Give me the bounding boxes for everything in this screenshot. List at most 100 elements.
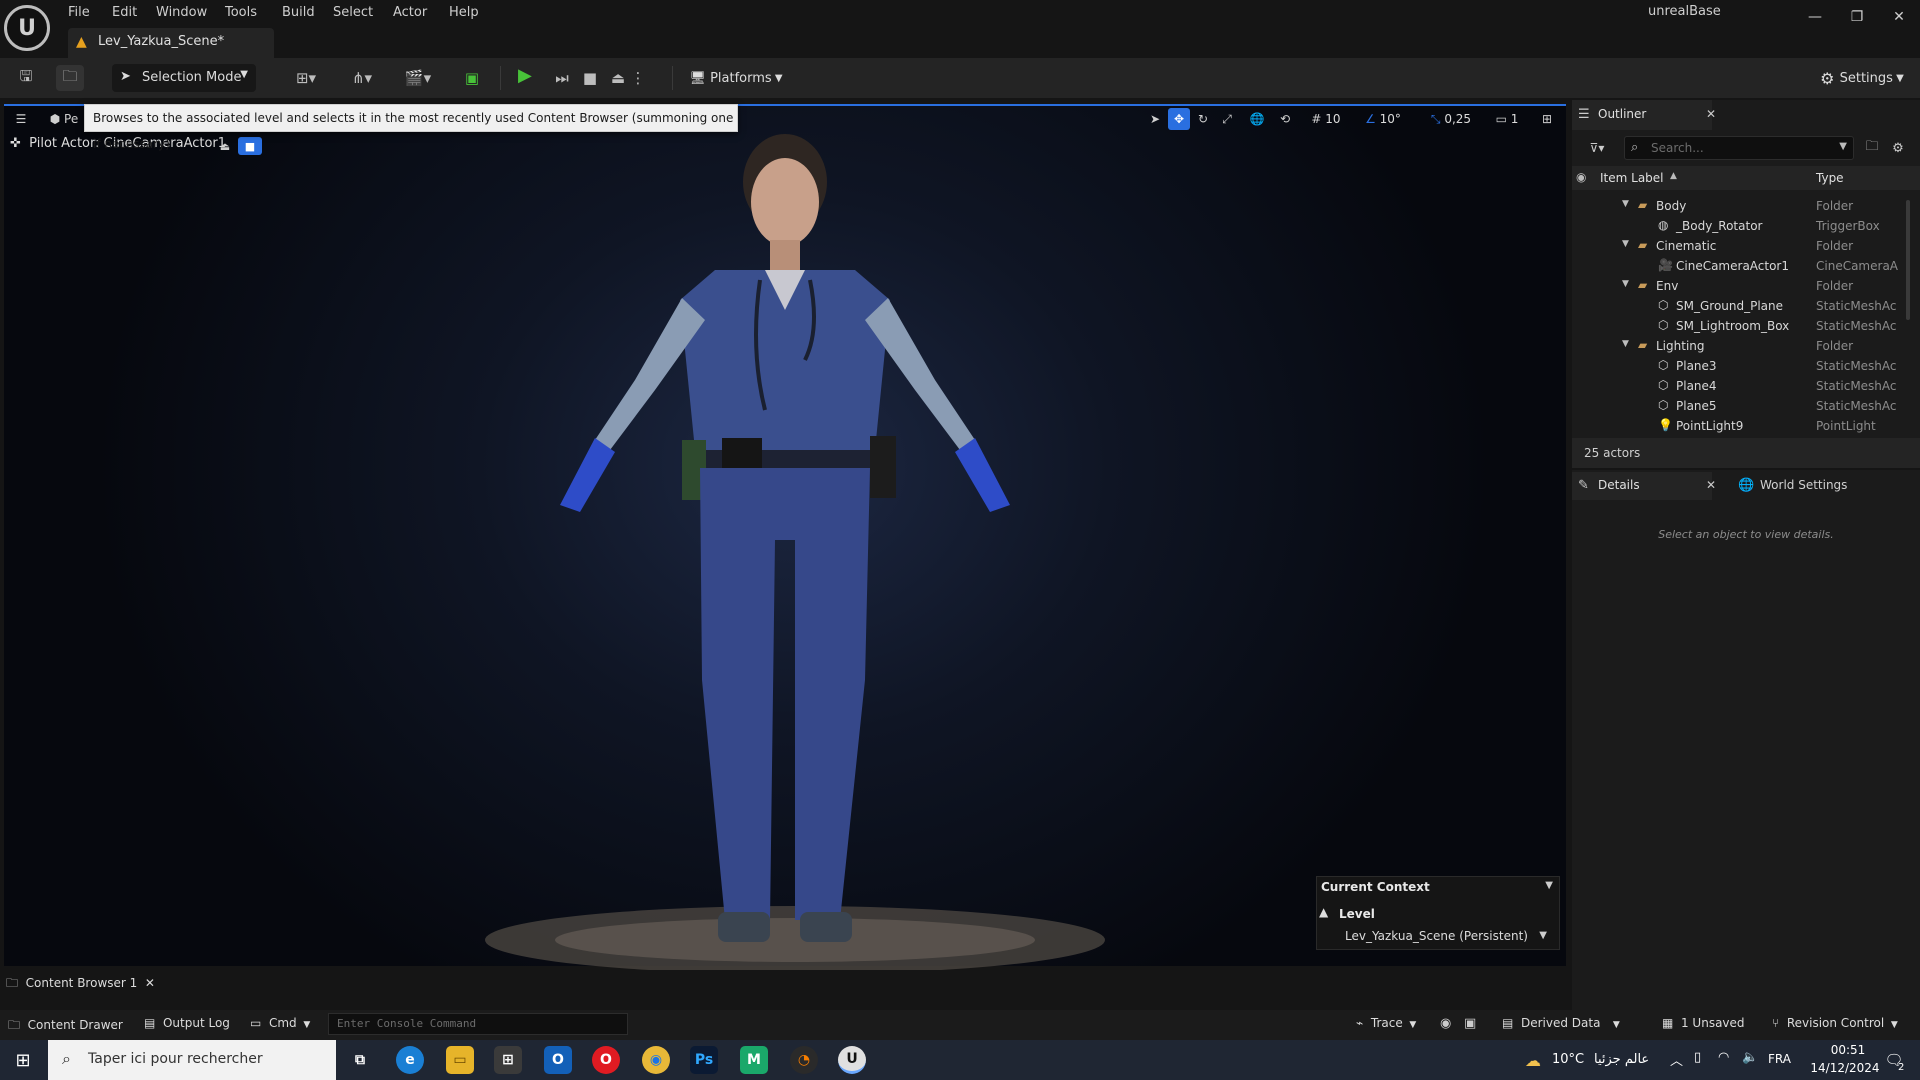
menu-tools[interactable]: Tools: [225, 2, 257, 24]
blender-icon[interactable]: ◔: [790, 1046, 818, 1074]
outliner-scrollbar[interactable]: [1906, 200, 1910, 320]
close-icon[interactable]: ✕: [1884, 4, 1914, 30]
store-icon[interactable]: ⊞: [494, 1046, 522, 1074]
chevron-up-icon[interactable]: ︿: [1670, 1050, 1683, 1069]
expand-arrow-icon[interactable]: ▼: [1622, 199, 1629, 209]
outliner-actor-row[interactable]: 💡 PointLight9 PointLight: [1572, 416, 1906, 436]
eject-icon[interactable]: ⏏: [604, 65, 632, 91]
file-explorer-icon[interactable]: ▭: [446, 1046, 474, 1074]
outliner-actor-row[interactable]: ⬡ Plane4 StaticMeshAc: [1572, 376, 1906, 396]
close-details-icon[interactable]: ✕: [1706, 478, 1716, 492]
restore-icon[interactable]: ❐: [1842, 4, 1872, 30]
camera-speed-button[interactable]: ▭ 1: [1490, 108, 1524, 130]
filter-icon[interactable]: ⊽▾: [1580, 138, 1614, 158]
scale-snap-button[interactable]: ⤡ 0,25: [1422, 108, 1480, 130]
browse-level-icon[interactable]: 🗀: [56, 65, 84, 91]
outliner-folder-row[interactable]: ▼ ▰ Cinematic Folder: [1572, 236, 1906, 256]
level-tab[interactable]: ▲ Lev_Yazkua_Scene*: [68, 28, 274, 58]
step-icon[interactable]: ⏭: [548, 65, 576, 91]
cmd-dropdown[interactable]: ▭ Cmd ▼: [250, 1016, 310, 1030]
eye-icon[interactable]: ◉: [1576, 170, 1586, 184]
outliner-actor-row[interactable]: ⬡ Plane5 StaticMeshAc: [1572, 396, 1906, 416]
chevron-down-icon[interactable]: ▼: [1545, 880, 1553, 891]
menu-edit[interactable]: Edit: [112, 2, 137, 24]
windows-start-icon[interactable]: ⊞: [10, 1048, 36, 1072]
close-outliner-icon[interactable]: ✕: [1706, 107, 1716, 121]
world-local-icon[interactable]: 🌐: [1246, 108, 1268, 130]
outliner-actor-row[interactable]: ⬡ Plane3 StaticMeshAc: [1572, 356, 1906, 376]
derived-data-dropdown[interactable]: ▤ Derived Data ▼: [1502, 1016, 1620, 1030]
viewport-menu-icon[interactable]: ☰: [10, 108, 32, 130]
content-drawer-button[interactable]: 🗀 Content Drawer: [8, 1016, 123, 1037]
outliner-tab[interactable]: ☰ Outliner ✕: [1572, 100, 1716, 130]
world-settings-tab[interactable]: 🌐 World Settings: [1736, 472, 1876, 500]
selection-mode-dropdown[interactable]: ➤ Selection Mode ▼: [112, 64, 256, 92]
revision-control-dropdown[interactable]: ⑂ Revision Control ▼: [1772, 1016, 1898, 1030]
add-actor-icon[interactable]: ⊞▾: [286, 65, 326, 91]
expand-arrow-icon[interactable]: ▼: [1622, 239, 1629, 249]
blueprint-icon[interactable]: ⋔▾: [342, 65, 382, 91]
gear-icon[interactable]: ⚙: [1888, 138, 1908, 158]
taskbar-search-input[interactable]: ⌕ Taper ici pour rechercher: [48, 1040, 336, 1080]
menu-file[interactable]: File: [68, 2, 90, 24]
minimize-icon[interactable]: —: [1800, 4, 1830, 30]
weather-temp[interactable]: 10°C: [1552, 1052, 1584, 1067]
surface-snap-icon[interactable]: ⟲: [1274, 108, 1296, 130]
more-options-icon[interactable]: ⋮: [630, 65, 646, 91]
level-dropdown[interactable]: Lev_Yazkua_Scene (Persistent): [1345, 929, 1528, 943]
photoshop-icon[interactable]: Ps: [690, 1046, 718, 1074]
platforms-dropdown[interactable]: 🖥 Platforms ▼: [686, 64, 786, 92]
close-content-browser-icon[interactable]: ✕: [141, 976, 155, 990]
opera-icon[interactable]: O: [592, 1046, 620, 1074]
settings-dropdown[interactable]: ⚙ Settings ▼: [1812, 64, 1912, 92]
menu-actor[interactable]: Actor: [393, 2, 427, 24]
trace-dropdown[interactable]: ⌁ Trace ▼: [1356, 1016, 1416, 1030]
menu-build[interactable]: Build: [282, 2, 315, 24]
chrome-icon[interactable]: ◉: [642, 1046, 670, 1074]
console-command-input[interactable]: Enter Console Command: [328, 1013, 628, 1035]
outliner-folder-row[interactable]: ▼ ▰ Env Folder: [1572, 276, 1906, 296]
output-log-button[interactable]: ▤ Output Log: [144, 1016, 230, 1030]
chevron-down-icon[interactable]: ▼: [1539, 930, 1547, 941]
outlook-icon[interactable]: O: [544, 1046, 572, 1074]
outliner-actor-row[interactable]: ◍ _Body_Rotator TriggerBox: [1572, 216, 1906, 236]
play-icon[interactable]: ▶: [518, 65, 532, 86]
save-icon[interactable]: 🖫: [12, 65, 40, 91]
record-icon[interactable]: ◉: [1440, 1016, 1451, 1031]
camera-view-icon[interactable]: ■: [238, 137, 262, 155]
details-tab[interactable]: ✎ Details ✕: [1572, 472, 1716, 500]
cinematics-icon[interactable]: 🎬▾: [398, 65, 438, 91]
scale-tool-icon[interactable]: ⤢: [1216, 108, 1238, 130]
rotation-snap-button[interactable]: ∠ 10°: [1360, 108, 1406, 130]
menu-select[interactable]: Select: [333, 2, 373, 24]
col-type[interactable]: Type: [1816, 171, 1844, 185]
m-app-icon[interactable]: M: [740, 1046, 768, 1074]
content-browser-tab[interactable]: 🗀 Content Browser 1 ✕: [6, 974, 156, 994]
col-item-label[interactable]: Item Label: [1600, 171, 1664, 185]
wifi-icon[interactable]: ◠: [1718, 1050, 1729, 1065]
eject-pilot-icon[interactable]: ⏏: [216, 137, 234, 155]
clock-date[interactable]: 14/12/2024: [1806, 1061, 1884, 1075]
mode-icon[interactable]: ▣: [458, 65, 486, 91]
stop-icon[interactable]: ■: [576, 65, 604, 91]
outliner-actor-row[interactable]: ⬡ SM_Ground_Plane StaticMeshAc: [1572, 296, 1906, 316]
layout-icon[interactable]: ⊞: [1536, 108, 1558, 130]
unreal-logo-icon[interactable]: U: [4, 5, 50, 51]
outliner-folder-row[interactable]: ▼ ▰ Body Folder: [1572, 196, 1906, 216]
menu-window[interactable]: Window: [156, 2, 207, 24]
expand-arrow-icon[interactable]: ▼: [1622, 339, 1629, 349]
language-indicator[interactable]: FRA: [1768, 1052, 1791, 1066]
menu-help[interactable]: Help: [449, 2, 479, 24]
device-icon[interactable]: ▯: [1694, 1050, 1701, 1065]
outliner-actor-row[interactable]: ⬡ SM_Lightroom_Box StaticMeshAc: [1572, 316, 1906, 336]
add-folder-icon[interactable]: 🗀: [1862, 138, 1882, 158]
outliner-folder-row[interactable]: ▼ ▰ Lighting Folder: [1572, 336, 1906, 356]
screenshot-icon[interactable]: ▣: [1464, 1016, 1476, 1031]
task-view-icon[interactable]: ⧉: [346, 1046, 374, 1074]
outliner-actor-row[interactable]: 🎥 CineCameraActor1 CineCameraA: [1572, 256, 1906, 276]
unsaved-button[interactable]: ▦ 1 Unsaved: [1662, 1016, 1745, 1030]
outliner-search-input[interactable]: ⌕ Search... ▼: [1624, 136, 1854, 160]
select-tool-icon[interactable]: ➤: [1144, 108, 1166, 130]
clock-time[interactable]: 00:51: [1816, 1043, 1880, 1057]
volume-icon[interactable]: 🔈: [1742, 1050, 1758, 1065]
